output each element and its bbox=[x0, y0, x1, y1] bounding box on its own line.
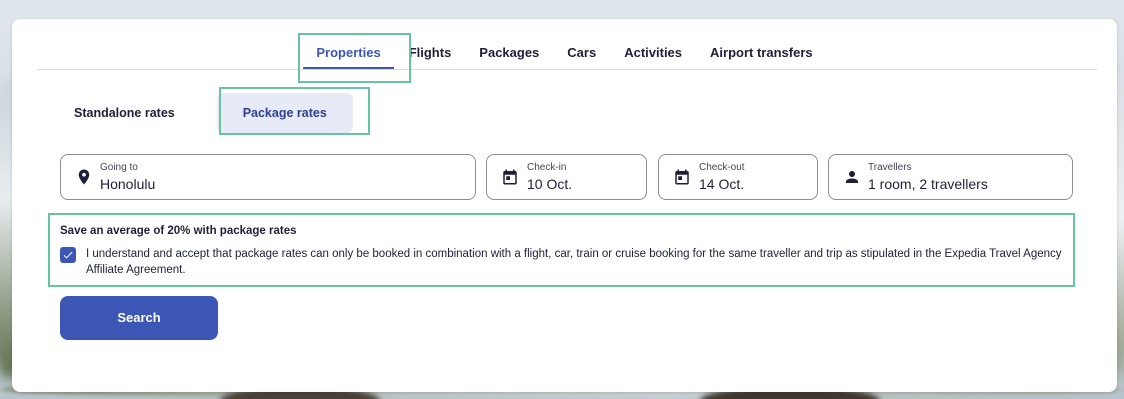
check-out-value: 14 Oct. bbox=[699, 176, 745, 192]
tab-packages[interactable]: Packages bbox=[479, 19, 539, 69]
calendar-icon bbox=[675, 169, 689, 185]
tab-cars[interactable]: Cars bbox=[567, 19, 596, 69]
tab-highlight-outline bbox=[298, 33, 411, 83]
going-to-field[interactable]: Going to Honolulu bbox=[60, 154, 476, 200]
check-out-label: Check-out bbox=[699, 162, 745, 173]
check-in-label: Check-in bbox=[527, 162, 567, 173]
tab-flights[interactable]: Flights bbox=[409, 19, 452, 69]
product-tabs: Properties Flights Packages Cars Activit… bbox=[12, 19, 1117, 71]
savings-title: Save an average of 20% with package rate… bbox=[60, 225, 297, 237]
agreement-checkbox[interactable] bbox=[60, 247, 76, 263]
going-to-value: Honolulu bbox=[100, 176, 156, 192]
travellers-label: Travellers bbox=[868, 162, 912, 173]
person-icon bbox=[846, 171, 858, 183]
check-in-field[interactable]: Check-in 10 Oct. bbox=[486, 154, 647, 200]
travellers-value: 1 room, 2 travellers bbox=[868, 176, 988, 192]
map-pin-icon bbox=[78, 169, 90, 185]
check-out-field[interactable]: Check-out 14 Oct. bbox=[658, 154, 818, 200]
tab-activities[interactable]: Activities bbox=[624, 19, 682, 69]
rate-highlight-outline bbox=[219, 87, 370, 135]
checkmark-icon bbox=[63, 251, 73, 259]
search-card: Properties Flights Packages Cars Activit… bbox=[12, 19, 1117, 392]
travellers-field[interactable]: Travellers 1 room, 2 travellers bbox=[828, 154, 1073, 200]
search-button[interactable]: Search bbox=[60, 296, 218, 340]
tabs-divider bbox=[38, 69, 1097, 70]
agreement-text: I understand and accept that package rat… bbox=[86, 248, 1062, 276]
going-to-label: Going to bbox=[100, 162, 138, 173]
calendar-icon bbox=[503, 169, 517, 185]
check-in-value: 10 Oct. bbox=[527, 176, 573, 192]
package-savings-notice: Save an average of 20% with package rate… bbox=[48, 213, 1075, 287]
standalone-rates-option[interactable]: Standalone rates bbox=[60, 93, 189, 133]
tab-airport-transfers[interactable]: Airport transfers bbox=[710, 19, 813, 69]
